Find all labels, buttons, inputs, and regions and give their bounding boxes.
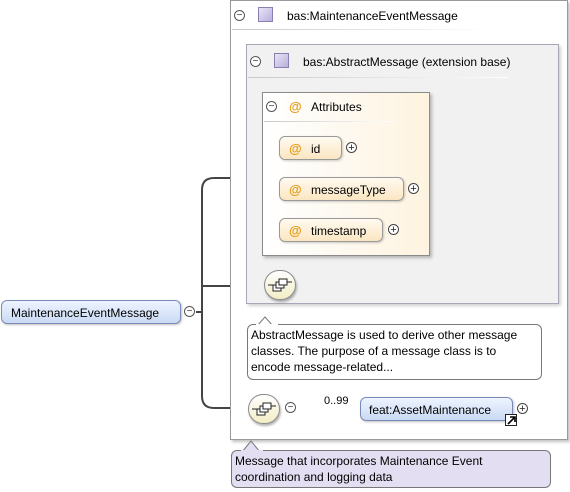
abstract-message-documentation: AbstractMessage is used to derive other … [247, 324, 542, 380]
child-element-label: feat:AssetMaintenance [369, 403, 492, 417]
collapse-outer-icon[interactable]: − [234, 10, 245, 21]
separator [248, 77, 508, 78]
expand-attribute-icon[interactable]: + [408, 183, 419, 195]
root-element-label: MaintenanceEventMessage [11, 306, 160, 320]
attribute-label: timestamp [311, 224, 367, 238]
root-element-maintenance-event-message[interactable]: MaintenanceEventMessage [1, 300, 181, 324]
expand-attribute-icon[interactable]: + [346, 142, 357, 154]
attribute-icon: @ [289, 141, 302, 156]
attribute-messagetype[interactable]: @ messageType [279, 177, 404, 201]
separator [232, 29, 492, 30]
attribute-id[interactable]: @ id [279, 136, 342, 160]
separator [264, 121, 394, 122]
attribute-icon: @ [289, 223, 302, 238]
root-element-documentation: Message that incorporates Maintenance Ev… [231, 450, 551, 488]
reference-arrow-icon [505, 414, 517, 426]
collapse-root-icon[interactable]: − [184, 306, 195, 317]
extension-base-label: bas:AbstractMessage (extension base) [303, 55, 511, 69]
collapse-extension-icon[interactable]: − [250, 56, 261, 67]
sequence-icon [268, 278, 292, 292]
sequence-compositor[interactable] [248, 394, 280, 424]
complex-type-icon [258, 7, 273, 22]
annotation-pointer-fill [256, 324, 278, 326]
attributes-label: Attributes [311, 100, 362, 114]
sequence-compositor[interactable] [264, 270, 296, 300]
expand-child-icon[interactable]: + [517, 403, 528, 415]
annotation-pointer-fill [241, 450, 263, 452]
attribute-label: messageType [311, 183, 386, 197]
complex-type-icon [274, 53, 289, 68]
expand-attribute-icon[interactable]: + [388, 224, 399, 236]
cardinality-label: 0..99 [324, 395, 349, 407]
collapse-attributes-icon[interactable]: − [266, 101, 277, 112]
collapse-sequence-icon[interactable]: − [285, 402, 296, 413]
child-element-asset-maintenance[interactable]: feat:AssetMaintenance [360, 397, 513, 421]
attribute-label: id [311, 142, 321, 156]
attribute-icon: @ [289, 182, 302, 197]
attribute-icon: @ [289, 99, 302, 114]
complex-type-label: bas:MaintenanceEventMessage [287, 9, 458, 23]
sequence-icon [252, 402, 276, 416]
attribute-timestamp[interactable]: @ timestamp [279, 218, 383, 242]
